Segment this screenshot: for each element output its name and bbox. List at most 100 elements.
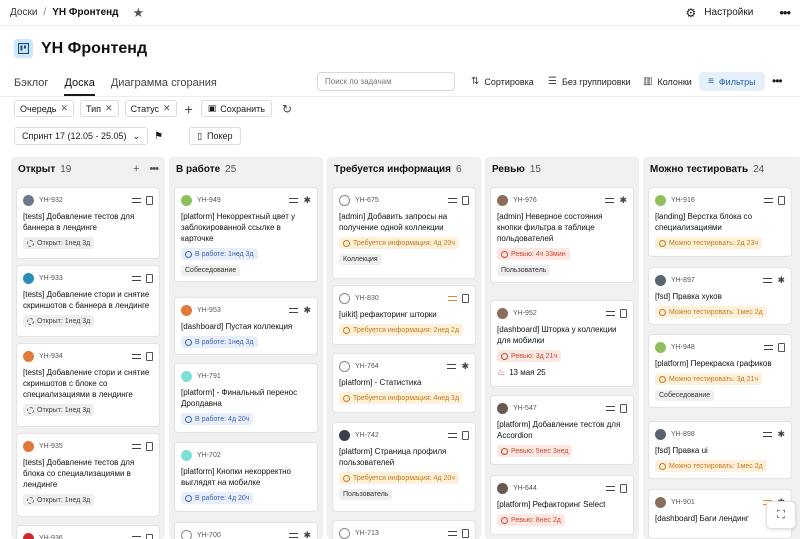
close-icon[interactable]: ✕ (60, 103, 68, 114)
tag[interactable]: Собеседование (655, 389, 715, 401)
settings-button[interactable]: Настройки (704, 7, 753, 18)
bug-icon: ✱ (461, 360, 469, 371)
more-icon[interactable]: ••• (779, 5, 791, 20)
issue-key[interactable]: YH-934 (39, 353, 63, 360)
issue-card[interactable]: YH-936 (16, 525, 160, 539)
close-icon[interactable]: ✕ (163, 103, 171, 114)
fullscreen-button[interactable]: ⛶ (766, 501, 796, 529)
column-header: Требуется информация 6 (327, 157, 481, 181)
issue-key[interactable]: YH-547 (513, 405, 537, 412)
issue-card[interactable]: YH-700 ✱ (174, 522, 318, 539)
issue-key[interactable]: YH-898 (671, 431, 695, 438)
issue-key[interactable]: YH-713 (355, 530, 379, 537)
issue-card[interactable]: YH-916 [landing] Верстка блока со специа… (648, 187, 792, 257)
issue-card[interactable]: YH-976 ✱ [admin] Неверное состояния кнопк… (490, 187, 634, 283)
refresh-icon[interactable]: ↻ (282, 102, 292, 116)
sort-button[interactable]: ⇅ Сортировка (471, 72, 534, 91)
issue-card[interactable]: YH-949 ✱ [platform] Некорректный цвет у з… (174, 187, 318, 282)
issue-key[interactable]: YH-932 (39, 197, 63, 204)
column-more-icon[interactable]: ••• (149, 163, 159, 175)
column-count: 19 (60, 163, 72, 175)
issue-title: [tests] Добавление стори и снятие скринш… (23, 368, 150, 399)
close-icon[interactable]: ✕ (105, 103, 113, 114)
search-input[interactable] (317, 72, 455, 91)
gear-icon[interactable]: ⚙ (686, 6, 697, 20)
star-icon[interactable]: ★ (133, 5, 145, 21)
issue-key[interactable]: YH-916 (671, 197, 695, 204)
issue-key[interactable]: YH-791 (197, 373, 221, 380)
add-card-icon[interactable]: + (133, 163, 139, 175)
issue-key[interactable]: YH-901 (671, 499, 695, 506)
issue-card[interactable]: YH-953 ✱ [dashboard] Пустая коллекция В р… (174, 297, 318, 355)
issue-card[interactable]: YH-830 [uikit] рефакторинг шторки Требуе… (332, 285, 476, 345)
issue-title: [platform] - Статистика (339, 378, 422, 387)
status-text: В работе: 4д 20ч (195, 494, 250, 502)
issue-key[interactable]: YH-953 (197, 307, 221, 314)
issue-key[interactable]: YH-976 (513, 197, 537, 204)
filter-chip-status[interactable]: Статус ✕ (124, 100, 177, 117)
flag-icon[interactable]: ⚑ (154, 131, 163, 142)
issue-key[interactable]: YH-742 (355, 432, 379, 439)
issue-key[interactable]: YH-897 (671, 277, 695, 284)
columns-button[interactable]: ▥ Колонки (643, 72, 692, 91)
issue-key[interactable]: YH-644 (513, 485, 537, 492)
status-badge: Можно тестировать: 3д 21ч (655, 373, 763, 385)
issue-card[interactable]: YH-547 [platform] Добавление тестов для … (490, 395, 634, 465)
issue-card[interactable]: YH-742 [platform] Страница профиля польз… (332, 422, 476, 512)
issue-key[interactable]: YH-949 (197, 197, 221, 204)
issue-card[interactable]: YH-933 [tests] Добавление стори и снятие… (16, 265, 160, 337)
tab-backlog[interactable]: Бэклог (14, 74, 48, 96)
tag[interactable]: Коллекция (339, 253, 382, 265)
issue-key[interactable]: YH-764 (355, 363, 379, 370)
issue-key[interactable]: YH-702 (197, 452, 221, 459)
breadcrumb-root[interactable]: Доски (10, 7, 37, 18)
filters-button[interactable]: ≡ Фильтры (699, 72, 765, 91)
status-icon (185, 494, 192, 502)
tag[interactable]: Пользователь (339, 488, 393, 500)
save-label: Сохранить (220, 103, 265, 114)
issue-key[interactable]: YH-936 (39, 535, 63, 539)
issue-key[interactable]: YH-935 (39, 443, 63, 450)
issue-card[interactable]: YH-952 [dashboard] Шторка у коллекции дл… (490, 300, 634, 387)
group-button[interactable]: ☰ Без группировки (548, 72, 631, 91)
issue-card[interactable]: YH-713 (332, 520, 476, 539)
issue-card[interactable]: YH-702 [platform] Кнопки некорректно выг… (174, 442, 318, 512)
tab-board[interactable]: Доска (64, 74, 95, 96)
issue-key[interactable]: YH-933 (39, 275, 63, 282)
issue-card[interactable]: YH-791 [platform] - Финальный перенос Др… (174, 363, 318, 433)
issue-key[interactable]: YH-830 (355, 295, 379, 302)
issue-key[interactable]: YH-700 (197, 532, 221, 539)
status-icon (27, 406, 34, 414)
poker-button[interactable]: ▯ Покер (189, 127, 241, 145)
filter-chip-type[interactable]: Тип ✕ (80, 100, 119, 117)
breadcrumb-current[interactable]: YH Фронтенд (52, 7, 118, 18)
issue-title: [dashboard] Шторка у коллекции для мобил… (497, 325, 617, 345)
issue-card[interactable]: YH-897 ✱ [fsd] Правка хуков Можно тестиро… (648, 267, 792, 325)
issue-card[interactable]: YH-932 [tests] Добавление тестов для бан… (16, 187, 160, 259)
issue-card[interactable]: YH-675 [admin] Добавить запросы на получ… (332, 187, 476, 279)
tab-burndown[interactable]: Диаграмма сгорания (111, 74, 217, 96)
priority-icon (606, 485, 615, 491)
status-icon (501, 516, 508, 524)
filter-chip-queue[interactable]: Очередь ✕ (14, 100, 74, 117)
issue-card[interactable]: YH-948 [platform] Перекраска графиков Мо… (648, 334, 792, 408)
issue-card[interactable]: YH-644 [platform] Рефакторинг Select Рев… (490, 475, 634, 535)
avatar (655, 341, 666, 353)
issue-key[interactable]: YH-952 (513, 310, 537, 317)
avatar (497, 307, 508, 319)
save-filter-button[interactable]: ▣ Сохранить (200, 100, 272, 117)
issue-card[interactable]: YH-935 [tests] Добавление тестов для бло… (16, 433, 160, 517)
add-filter-icon[interactable]: + (185, 101, 193, 117)
toolbar-more-icon[interactable]: ••• (772, 74, 783, 88)
sort-icon: ⇅ (471, 76, 480, 87)
issue-card[interactable]: YH-934 [tests] Добавление стори и снятие… (16, 343, 160, 427)
status-badge: Ревью: 4ч 33мин (497, 248, 570, 260)
issue-key[interactable]: YH-675 (355, 197, 379, 204)
issue-card[interactable]: YH-898 ✱ [fsd] Правка ui Можно тестироват… (648, 421, 792, 479)
issue-card[interactable]: YH-764 ✱ [platform] - Статистика Требуетс… (332, 353, 476, 413)
sprint-select[interactable]: Спринт 17 (12.05 - 25.05) ⌄ (14, 127, 149, 145)
tag[interactable]: Собеседование (181, 264, 241, 276)
issue-title: [platform] Некорректный цвет у заблокиро… (181, 212, 296, 243)
issue-key[interactable]: YH-948 (671, 344, 695, 351)
tag[interactable]: Пользователь (497, 264, 551, 276)
